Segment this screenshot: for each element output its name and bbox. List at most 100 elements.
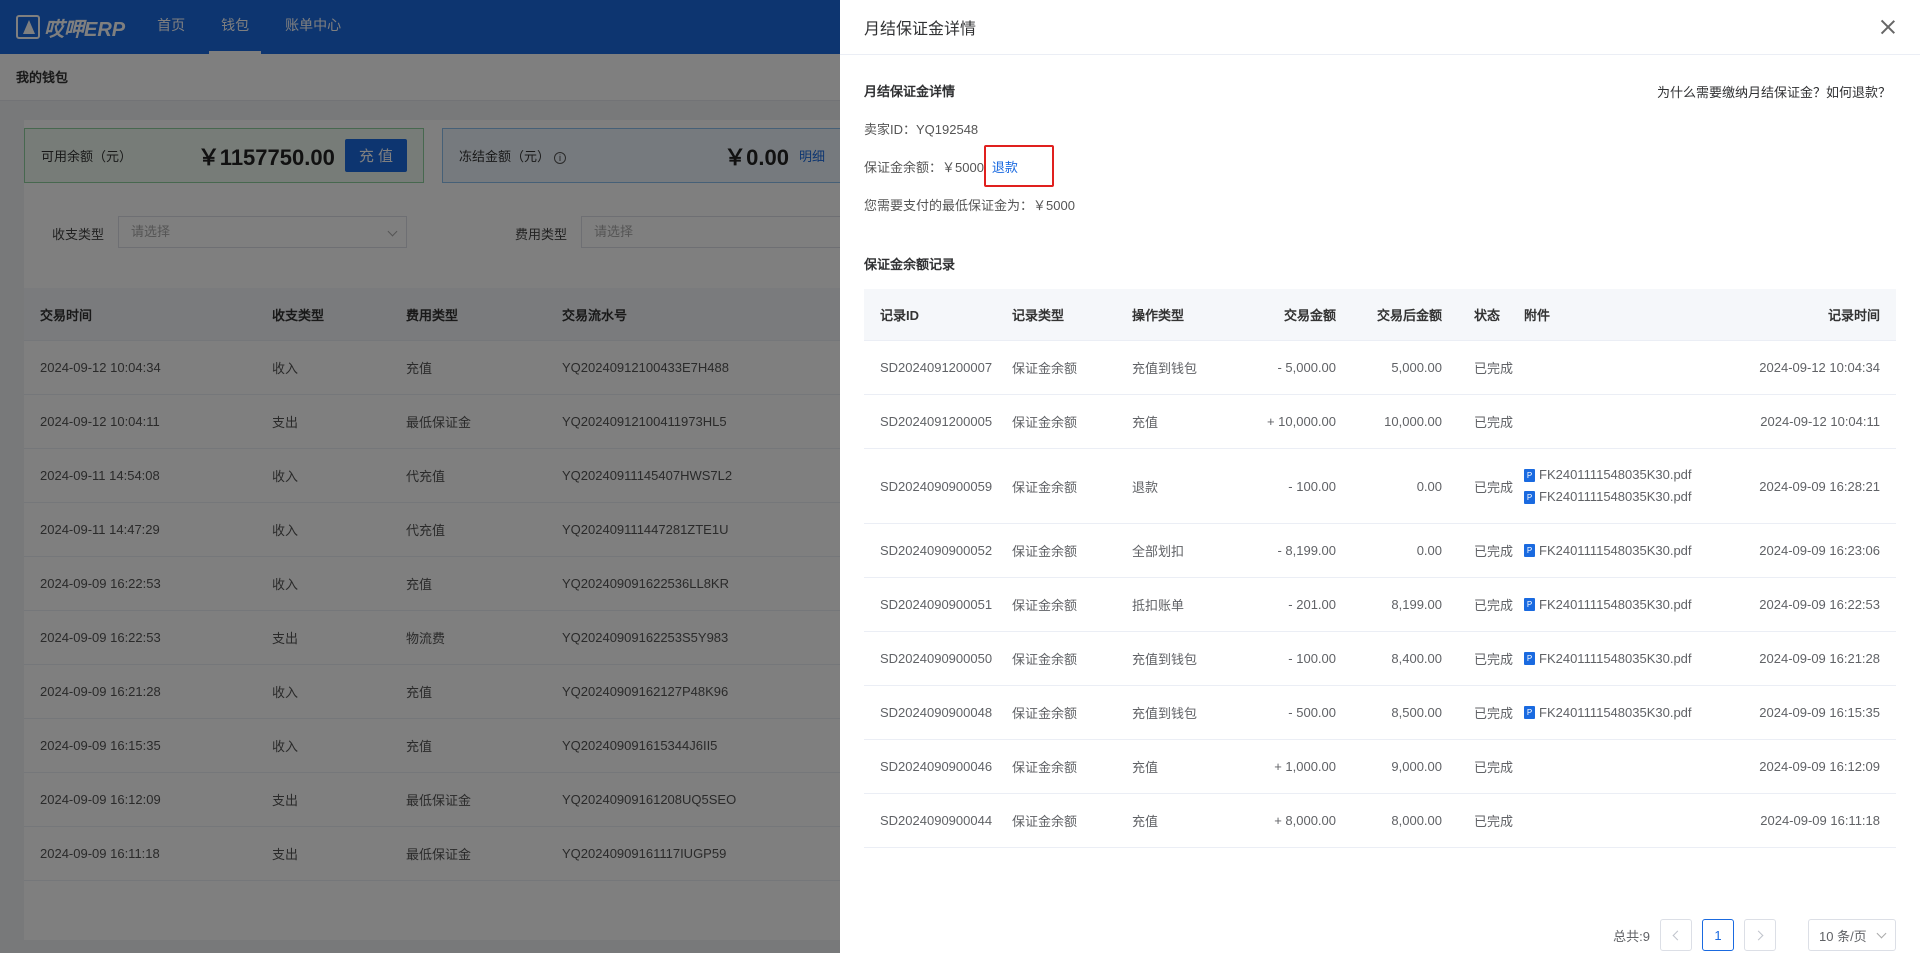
cell-status: 已完成: [1474, 814, 1514, 829]
attachment-link[interactable]: P FK2401111548035K30.pdf: [1524, 464, 1734, 486]
col-header-record-id: 记录ID: [880, 308, 920, 323]
records-title: 保证金余额记录: [864, 257, 956, 272]
records-table-header: 记录ID 记录类型 操作类型 交易金额 交易后金额 状态 附件 记录时间: [864, 289, 1896, 341]
cell-amount: + 1,000.00: [1274, 759, 1336, 774]
close-icon[interactable]: [1880, 19, 1896, 35]
attachment-link[interactable]: P FK2401111548035K30.pdf: [1524, 594, 1734, 616]
cell-record-time: 2024-09-09 16:23:06: [1759, 543, 1880, 558]
cell-record-id: SD2024090900051: [880, 597, 993, 612]
attachment-name: FK2401111548035K30.pdf: [1539, 704, 1692, 720]
cell-after-amount: 0.00: [1416, 543, 1442, 558]
attachment-name: FK2401111548035K30.pdf: [1539, 467, 1692, 482]
cell-record-time: 2024-09-09 16:28:21: [1759, 478, 1880, 494]
attachment-link[interactable]: P FK2401111548035K30.pdf: [1524, 702, 1734, 724]
cell-op-type: 抵扣账单: [1132, 598, 1185, 613]
help-link[interactable]: 为什么需要缴纳月结保证金？如何退款？: [1657, 82, 1891, 101]
deposit-balance-text: 保证金余额：￥5000: [864, 160, 984, 175]
cell-amount: - 201.00: [1288, 597, 1336, 612]
record-row: SD2024090900048 保证金余额 充值到钱包 - 500.00 8,500.0…: [864, 686, 1896, 740]
cell-amount: + 10,000.00: [1266, 414, 1336, 429]
cell-attachments: P FK2401111548035K30.pdf: [1522, 648, 1734, 670]
cell-after-amount: 8,000.00: [1391, 813, 1442, 828]
highlight-box: [984, 145, 1054, 187]
attachment-link[interactable]: P FK2401111548035K30.pdf: [1524, 486, 1734, 508]
cell-record-type: 保证金余额: [1012, 598, 1078, 613]
cell-record-id: SD2024090900046: [880, 759, 993, 774]
cell-record-time: 2024-09-09 16:22:53: [1759, 597, 1880, 612]
cell-amount: + 8,000.00: [1274, 813, 1336, 828]
attachment-link[interactable]: P FK2401111548035K30.pdf: [1524, 648, 1734, 670]
cell-record-id: SD2024090900052: [880, 543, 993, 558]
cell-attachments: P FK2401111548035K30.pdf: [1522, 540, 1734, 562]
cell-attachments: P FK2401111548035K30.pdf: [1522, 702, 1734, 724]
cell-op-type: 充值到钱包: [1132, 652, 1198, 667]
attachment-name: FK2401111548035K30.pdf: [1539, 542, 1692, 558]
cell-record-type: 保证金余额: [1012, 706, 1078, 721]
cell-op-type: 充值: [1132, 760, 1159, 775]
cell-record-id: SD2024090900059: [880, 478, 993, 494]
cell-status: 已完成: [1474, 479, 1514, 495]
seller-id: 卖家ID：YQ192548: [864, 122, 979, 137]
min-deposit-text: 您需要支付的最低保证金为：￥5000: [864, 198, 1075, 213]
cell-op-type: 退款: [1132, 479, 1159, 495]
cell-op-type: 充值: [1132, 415, 1159, 430]
cell-record-time: 2024-09-12 10:04:11: [1760, 414, 1880, 429]
drawer-title: 月结保证金详情: [864, 21, 977, 38]
cell-attachments: P FK2401111548035K30.pdf P FK2401111548035K…: [1522, 464, 1734, 508]
cell-after-amount: 8,400.00: [1391, 651, 1442, 666]
deposit-detail-drawer: 月结保证金详情 月结保证金详情 为什么需要缴纳月结保证金？如何退款？ 卖家ID：…: [840, 0, 1920, 953]
col-header-status: 状态: [1474, 308, 1501, 323]
cell-status: 已完成: [1474, 598, 1514, 613]
cell-record-type: 保证金余额: [1012, 652, 1078, 667]
attachment-name: FK2401111548035K30.pdf: [1539, 489, 1692, 504]
cell-after-amount: 8,199.00: [1391, 597, 1442, 612]
chevron-down-icon: [1876, 928, 1887, 939]
cell-op-type: 充值到钱包: [1132, 706, 1198, 721]
attachment-link[interactable]: P FK2401111548035K30.pdf: [1524, 540, 1734, 562]
col-header-amount: 交易金额: [1283, 308, 1336, 323]
prev-page-button[interactable]: [1660, 919, 1692, 951]
cell-status: 已完成: [1474, 652, 1514, 667]
cell-after-amount: 5,000.00: [1391, 360, 1442, 375]
next-page-button[interactable]: [1744, 919, 1776, 951]
cell-after-amount: 8,500.00: [1391, 705, 1442, 720]
page-size-select[interactable]: 10 条/页: [1808, 919, 1896, 951]
cell-op-type: 充值到钱包: [1132, 361, 1198, 376]
pdf-file-icon: P: [1524, 706, 1535, 719]
attachment-name: FK2401111548035K30.pdf: [1539, 596, 1692, 612]
cell-attachments: P FK2401111548035K30.pdf: [1522, 594, 1734, 616]
pdf-file-icon: P: [1524, 468, 1535, 482]
record-row: SD2024090900052 保证金余额 全部划扣 - 8,199.00 0.00 已完…: [864, 524, 1896, 578]
cell-amount: - 100.00: [1288, 478, 1336, 494]
deposit-records-table: 记录ID 记录类型 操作类型 交易金额 交易后金额 状态 附件 记录时间 SD2…: [864, 289, 1896, 848]
cell-record-id: SD2024090900048: [880, 705, 993, 720]
cell-op-type: 全部划扣: [1132, 544, 1185, 559]
cell-record-time: 2024-09-09 16:11:18: [1760, 813, 1880, 828]
page-button[interactable]: 1: [1702, 919, 1734, 951]
records-table-body: SD2024091200007 保证金余额 充值到钱包 - 5,000.00 5,000…: [864, 341, 1896, 848]
cell-status: 已完成: [1474, 415, 1514, 430]
cell-status: 已完成: [1474, 706, 1514, 721]
drawer-header: 月结保证金详情: [840, 0, 1920, 55]
cell-record-type: 保证金余额: [1012, 814, 1078, 829]
record-row: SD2024090900051 保证金余额 抵扣账单 - 201.00 8,199.00…: [864, 578, 1896, 632]
cell-op-type: 充值: [1132, 814, 1159, 829]
cell-record-id: SD2024091200005: [880, 414, 993, 429]
col-header-record-time: 记录时间: [1827, 308, 1880, 323]
record-row: SD2024090900046 保证金余额 充值 + 1,000.00 9,000.00…: [864, 740, 1896, 794]
cell-record-type: 保证金余额: [1012, 479, 1078, 495]
record-row: SD2024090900044 保证金余额 充值 + 8,000.00 8,000.00…: [864, 794, 1896, 848]
cell-record-time: 2024-09-12 10:04:34: [1759, 360, 1880, 375]
cell-record-time: 2024-09-09 16:21:28: [1759, 651, 1880, 666]
pagination-total: 总共:9: [1613, 928, 1650, 944]
attachment-name: FK2401111548035K30.pdf: [1539, 650, 1692, 666]
cell-status: 已完成: [1474, 361, 1514, 376]
cell-after-amount: 9,000.00: [1391, 759, 1442, 774]
cell-record-type: 保证金余额: [1012, 361, 1078, 376]
record-row: SD2024091200005 保证金余额 充值 + 10,000.00 10,000.…: [864, 395, 1896, 449]
cell-record-id: SD2024090900050: [880, 651, 993, 666]
col-header-attachment: 附件: [1524, 308, 1551, 323]
pdf-file-icon: P: [1524, 490, 1535, 504]
cell-record-type: 保证金余额: [1012, 760, 1078, 775]
record-row: SD2024091200007 保证金余额 充值到钱包 - 5,000.00 5,000…: [864, 341, 1896, 395]
